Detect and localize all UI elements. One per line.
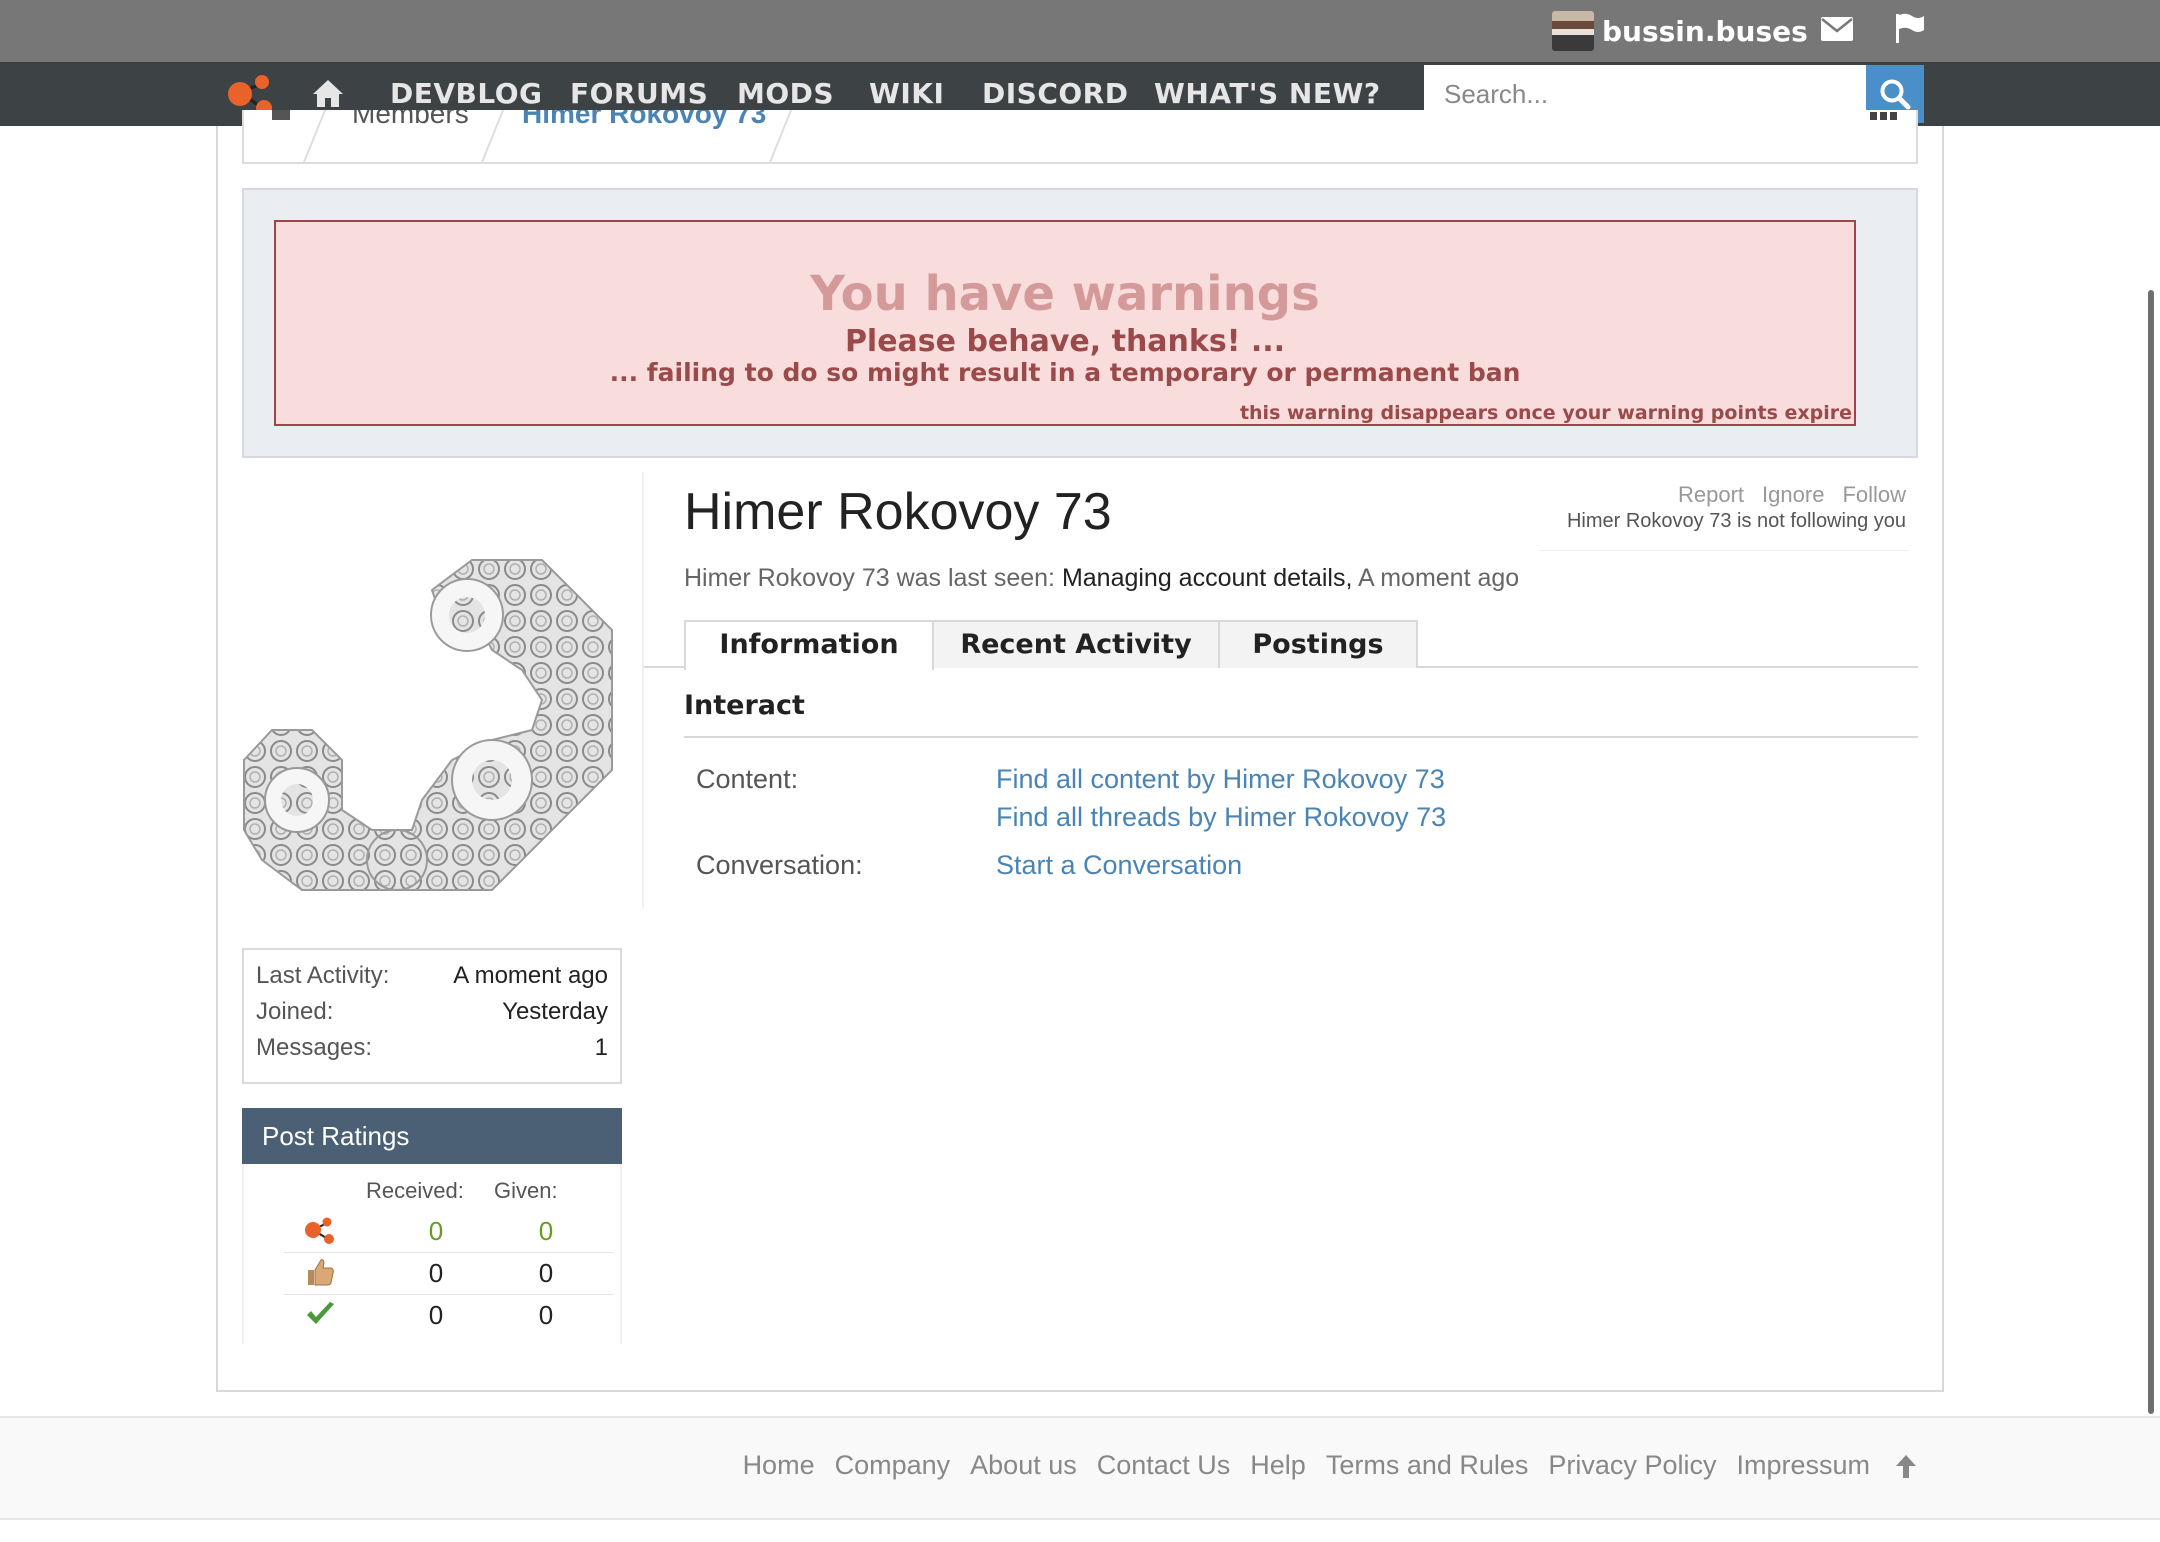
ignore-link[interactable]: Ignore xyxy=(1762,482,1824,507)
content-label: Content: xyxy=(696,764,799,794)
search-icon xyxy=(1880,79,1911,110)
warning-notice: You have warnings Please behave, thanks!… xyxy=(274,220,1856,426)
stat-label: Joined: xyxy=(256,998,334,1025)
ratings-given-header: Given: xyxy=(494,1178,558,1203)
stat-label: Last Activity: xyxy=(256,962,390,989)
rating-received: 0 xyxy=(428,1300,444,1330)
rating-received: 0 xyxy=(428,1258,444,1288)
ratings-received-header: Received: xyxy=(366,1178,464,1203)
footer-about-us[interactable]: About us xyxy=(970,1450,1077,1481)
following-status: Himer Rokovoy 73 is not following you xyxy=(1566,510,1906,532)
tab-recent-activity[interactable]: Recent Activity xyxy=(932,620,1220,668)
warning-subtitle: Please behave, thanks! ... xyxy=(844,324,1286,359)
flag-icon[interactable] xyxy=(1894,12,1926,44)
footer-terms[interactable]: Terms and Rules xyxy=(1326,1450,1529,1481)
follow-link[interactable]: Follow xyxy=(1842,482,1906,507)
start-conversation-link[interactable]: Start a Conversation xyxy=(996,850,1242,881)
rating-given: 0 xyxy=(538,1300,554,1330)
home-icon[interactable] xyxy=(312,78,344,108)
profile-actions: Report Ignore Follow xyxy=(1660,482,1906,508)
footer: Home Company About us Contact Us Help Te… xyxy=(0,1416,2160,1520)
mail-icon[interactable] xyxy=(1820,16,1854,42)
stat-label: Messages: xyxy=(256,1034,373,1061)
notice-container: You have warnings Please behave, thanks!… xyxy=(242,188,1918,458)
footer-privacy[interactable]: Privacy Policy xyxy=(1548,1450,1716,1481)
warning-subtitle-2: ... failing to do so might result in a t… xyxy=(609,358,1521,387)
checkmark-icon xyxy=(307,1302,334,1324)
footer-help[interactable]: Help xyxy=(1250,1450,1306,1481)
stat-value: 1 xyxy=(594,1034,608,1061)
find-all-content-link[interactable]: Find all content by Himer Rokovoy 73 xyxy=(996,764,1445,795)
footer-links: Home Company About us Contact Us Help Te… xyxy=(743,1450,1918,1481)
rating-row-like: 0 0 xyxy=(284,1252,614,1295)
footer-contact-us[interactable]: Contact Us xyxy=(1097,1450,1231,1481)
warning-title: You have warnings xyxy=(810,266,1320,322)
report-link[interactable]: Report xyxy=(1678,482,1744,507)
find-all-threads-link[interactable]: Find all threads by Himer Rokovoy 73 xyxy=(996,802,1446,833)
last-seen-activity: Managing account details, xyxy=(1061,564,1353,592)
user-bar: bussin.buses xyxy=(0,0,2160,62)
rating-given: 0 xyxy=(538,1258,554,1288)
footer-impressum[interactable]: Impressum xyxy=(1736,1450,1870,1481)
rating-row-logo: 0 0 xyxy=(284,1210,614,1253)
warning-footnote: this warning disappears once your warnin… xyxy=(1239,402,1852,424)
scrollbar[interactable] xyxy=(2148,290,2154,1414)
last-seen-prefix: Himer Rokovoy 73 was last seen: xyxy=(684,564,1055,592)
footer-home[interactable]: Home xyxy=(743,1450,815,1481)
logo-icon xyxy=(305,1217,334,1244)
post-ratings-table: Received: Given: 0 0 0 0 0 0 xyxy=(242,1164,622,1344)
avatar[interactable] xyxy=(242,530,632,910)
user-menu[interactable]: bussin.buses xyxy=(1552,10,1808,52)
breadcrumb-menu-icon[interactable] xyxy=(1870,110,1898,122)
thumbs-up-icon xyxy=(308,1259,334,1286)
rating-given: 0 xyxy=(538,1216,554,1246)
stat-value: Yesterday xyxy=(502,998,608,1025)
footer-company[interactable]: Company xyxy=(835,1450,951,1481)
conversation-label: Conversation: xyxy=(696,850,863,880)
stat-joined: Joined: Yesterday xyxy=(256,998,608,1034)
rating-row-agree: 0 0 xyxy=(284,1294,614,1336)
member-stats: Last Activity: A moment ago Joined: Yest… xyxy=(242,948,622,1084)
user-avatar[interactable] xyxy=(1552,11,1594,51)
breadcrumb-home-icon[interactable] xyxy=(268,110,294,120)
tab-postings[interactable]: Postings xyxy=(1218,620,1418,668)
avatar-panel xyxy=(242,472,644,908)
interact-heading: Interact xyxy=(684,690,805,721)
last-seen: Himer Rokovoy 73 was last seen: Managing… xyxy=(684,564,1519,593)
breadcrumb: Members Himer Rokovoy 73 xyxy=(242,110,1918,164)
breadcrumb-current[interactable]: Himer Rokovoy 73 xyxy=(522,110,766,130)
post-ratings-header: Post Ratings xyxy=(242,1108,622,1164)
breadcrumb-members[interactable]: Members xyxy=(352,110,469,130)
username[interactable]: bussin.buses xyxy=(1602,15,1808,48)
stat-last-activity: Last Activity: A moment ago xyxy=(256,962,608,998)
rating-received: 0 xyxy=(428,1216,444,1246)
stat-messages: Messages: 1 xyxy=(256,1034,608,1070)
last-seen-time: A moment ago xyxy=(1357,564,1520,592)
stat-value: A moment ago xyxy=(453,962,608,989)
tab-information[interactable]: Information xyxy=(684,620,934,670)
profile-name: Himer Rokovoy 73 xyxy=(684,483,1112,541)
scroll-to-top-icon[interactable] xyxy=(1894,1453,1918,1479)
